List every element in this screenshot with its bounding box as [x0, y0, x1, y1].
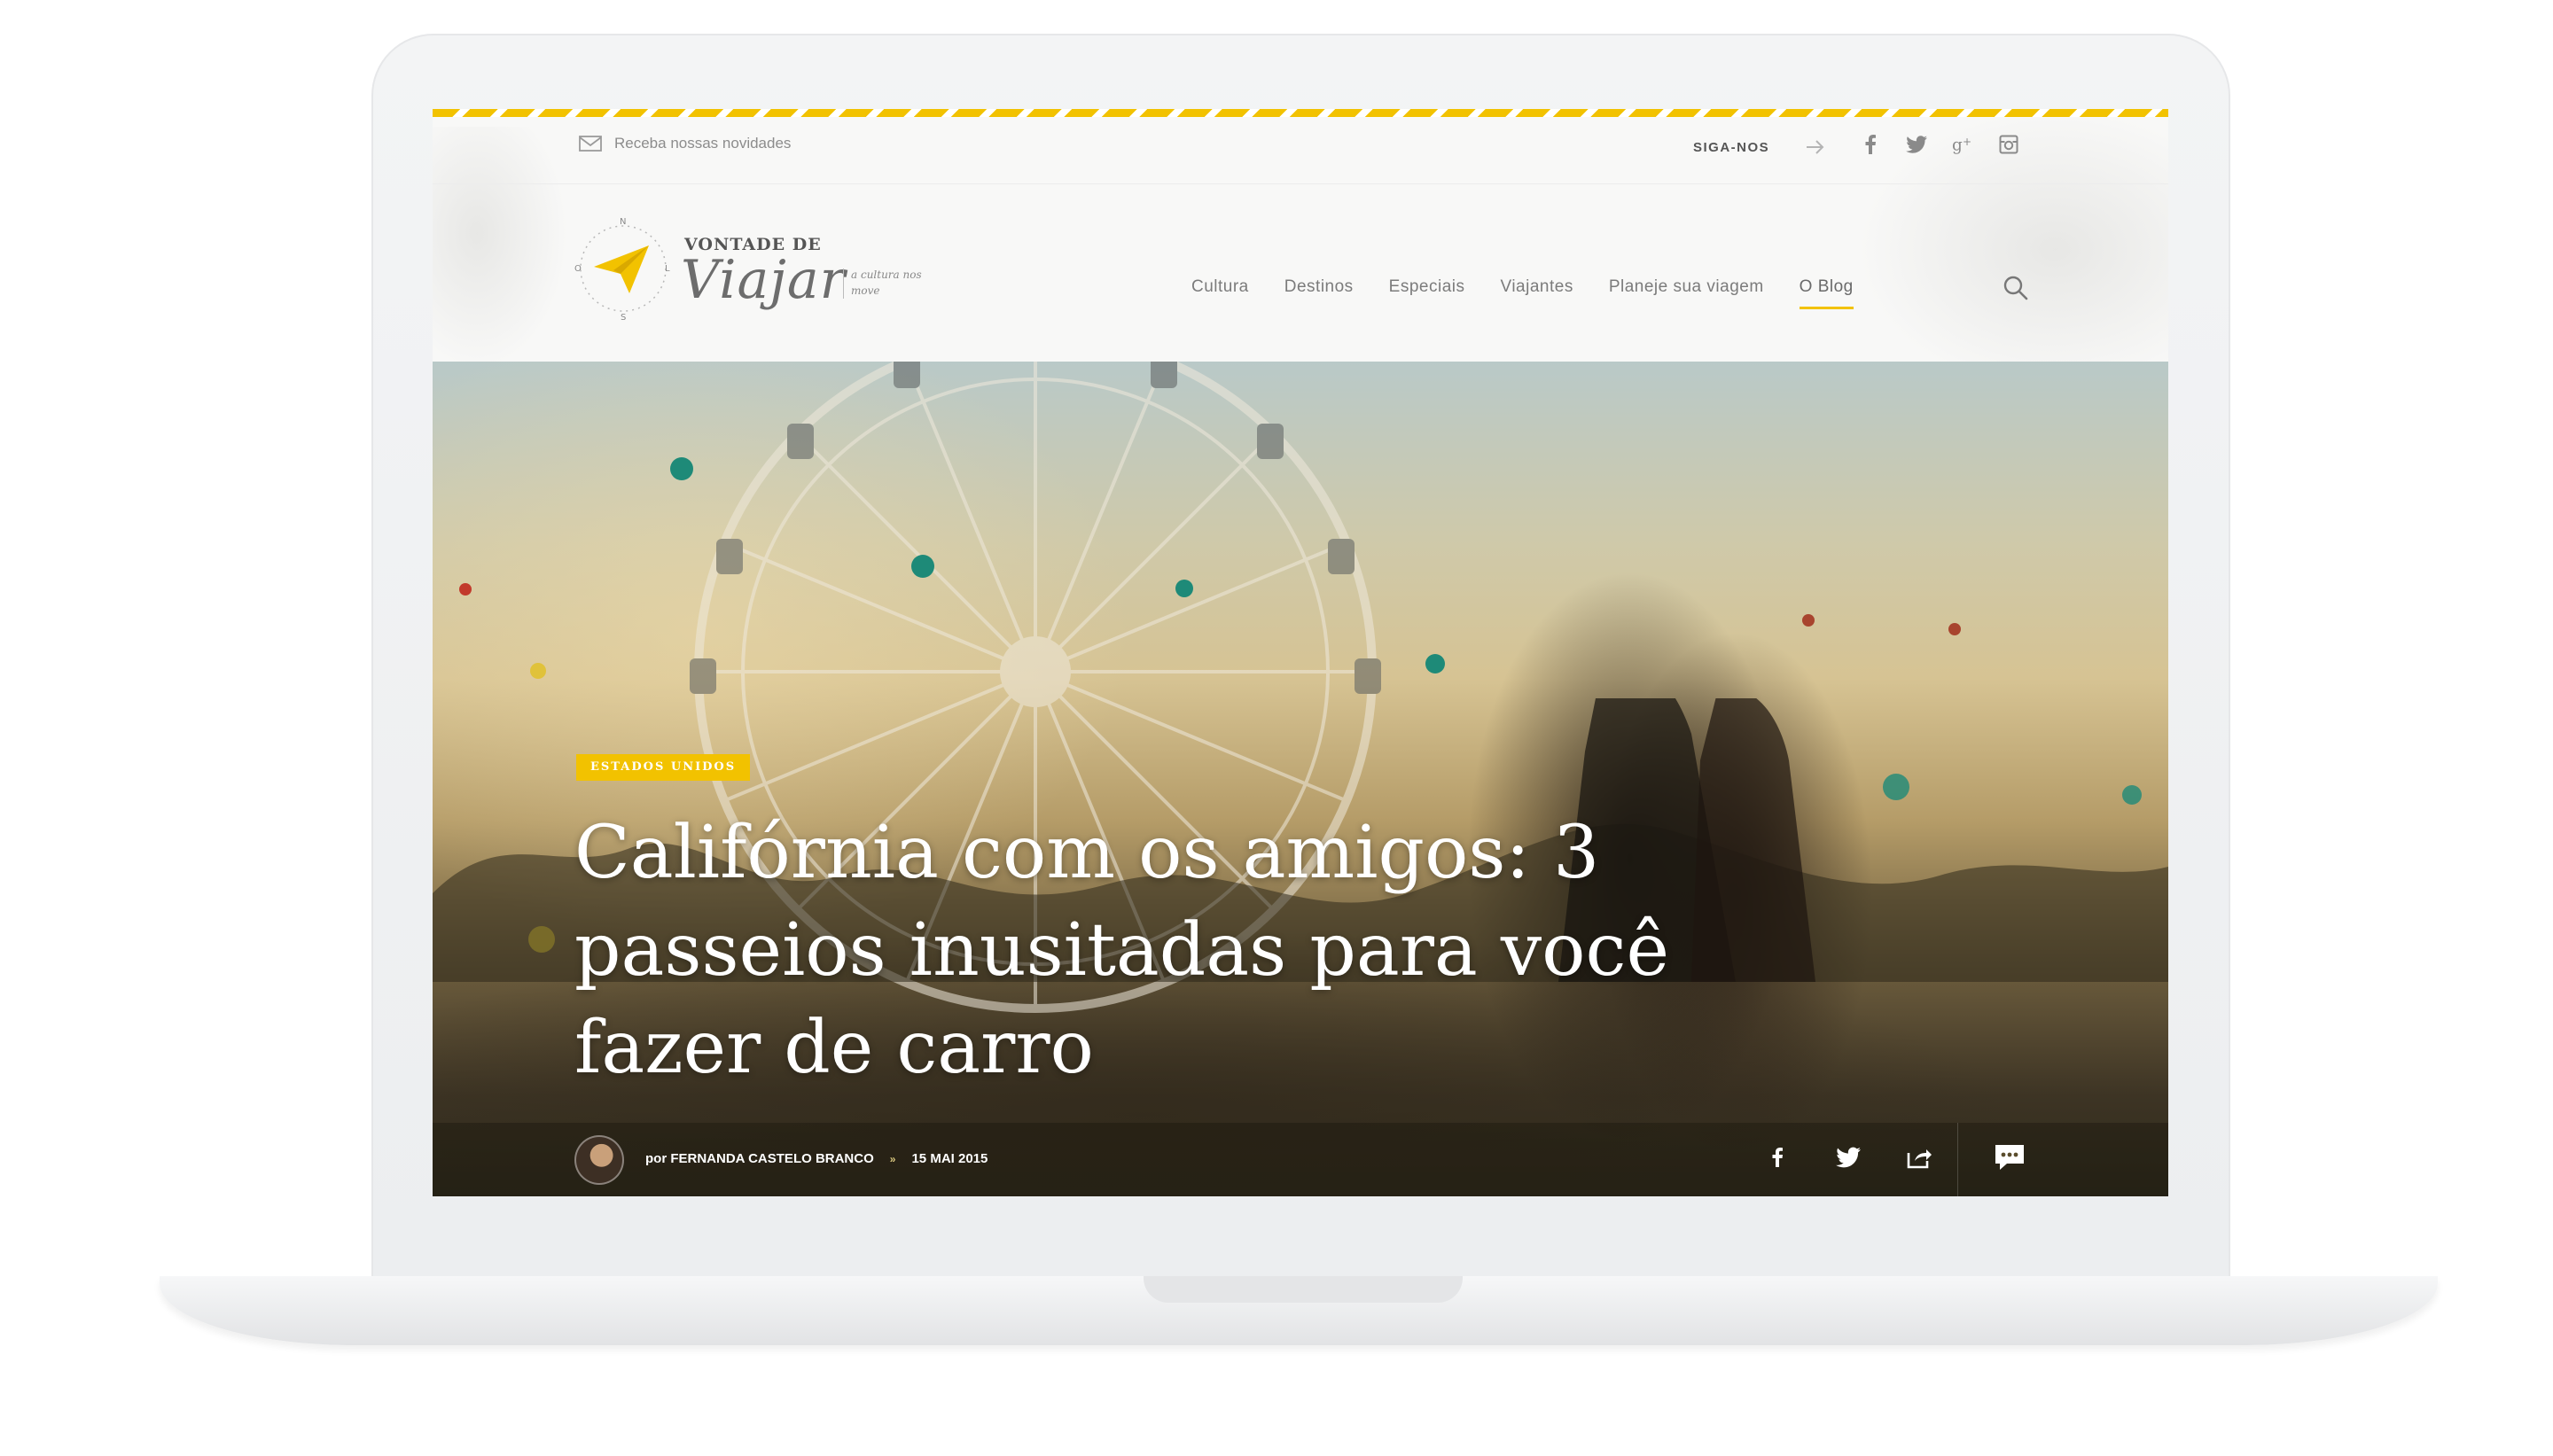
compass-o: O: [574, 264, 582, 274]
compass-plane-icon: N S L O: [574, 217, 670, 322]
site-logo[interactable]: N S L O VONTADE DE Viajar a cultura nos …: [574, 215, 922, 322]
balloon-decor: [1802, 614, 1815, 627]
follow-label: SIGA-NOS: [1693, 139, 1770, 155]
balloon-decor: [459, 583, 472, 596]
newsletter-link[interactable]: Receba nossas novidades: [579, 135, 791, 152]
follow-us: SIGA-NOS: [1693, 138, 1826, 156]
svg-text:+: +: [1963, 136, 1971, 148]
svg-text:g: g: [1952, 136, 1963, 154]
compass-l: L: [665, 264, 670, 274]
logo-line2: Viajar: [681, 249, 847, 311]
nav-item-especiais[interactable]: Especiais: [1389, 277, 1465, 309]
envelope-icon: [579, 136, 602, 152]
laptop-notch: [1144, 1276, 1463, 1303]
facebook-share-icon[interactable]: [1762, 1142, 1792, 1172]
byline-separator: »: [889, 1152, 896, 1165]
article-meta-bar: por FERNANDA CASTELO BRANCO » 15 MAI 201…: [433, 1123, 2168, 1196]
comment-icon[interactable]: [1993, 1142, 2026, 1172]
compass-n: N: [620, 217, 626, 227]
publish-date: 15 MAI 2015: [911, 1151, 988, 1166]
twitter-icon[interactable]: [1906, 134, 1927, 155]
logo-tagline: a cultura nos move: [851, 269, 922, 297]
avatar[interactable]: [574, 1135, 624, 1185]
nav-item-viajantes[interactable]: Viajantes: [1501, 277, 1573, 309]
category-badge[interactable]: ESTADOS UNIDOS: [576, 754, 751, 781]
nav-item-planeje[interactable]: Planeje sua viagem: [1609, 277, 1764, 309]
search-icon[interactable]: [2002, 274, 2030, 302]
main-nav: Cultura Destinos Especiais Viajantes Pla…: [1191, 277, 1889, 309]
article-headline[interactable]: Califórnia com os amigos: 3 passeios inu…: [574, 805, 1674, 1097]
share-buttons: [1762, 1142, 1934, 1172]
balloon-decor: [1948, 623, 1961, 635]
comments-divider: [1957, 1123, 1958, 1196]
balloon-decor: [670, 457, 693, 480]
top-stripe: [433, 109, 2168, 117]
balloon-decor: [1425, 654, 1445, 673]
nav-item-destinos[interactable]: Destinos: [1284, 277, 1354, 309]
logo-separator: [843, 269, 844, 299]
google-plus-icon[interactable]: g +: [1952, 134, 1973, 155]
newsletter-label: Receba nossas novidades: [614, 135, 792, 152]
nav-item-blog[interactable]: O Blog: [1799, 277, 1854, 309]
byline: por FERNANDA CASTELO BRANCO » 15 MAI 201…: [645, 1151, 988, 1166]
social-links: g +: [1860, 134, 2019, 155]
compass-s: S: [621, 313, 626, 322]
instagram-icon[interactable]: [1998, 134, 2019, 155]
hero-article[interactable]: ESTADOS UNIDOS Califórnia com os amigos:…: [433, 362, 2168, 1196]
top-bar: Receba nossas novidades SIGA-NOS g +: [433, 117, 2168, 184]
arrow-right-icon: [1807, 140, 1824, 154]
website-screen: Receba nossas novidades SIGA-NOS g + N S…: [433, 109, 2168, 1196]
author-name[interactable]: por FERNANDA CASTELO BRANCO: [645, 1151, 874, 1166]
twitter-share-icon[interactable]: [1833, 1142, 1863, 1172]
balloon-decor: [1175, 580, 1193, 597]
balloon-decor: [530, 663, 546, 679]
share-icon[interactable]: [1904, 1142, 1934, 1172]
nav-item-cultura[interactable]: Cultura: [1191, 277, 1249, 309]
facebook-icon[interactable]: [1860, 134, 1881, 155]
balloon-decor: [911, 555, 934, 578]
